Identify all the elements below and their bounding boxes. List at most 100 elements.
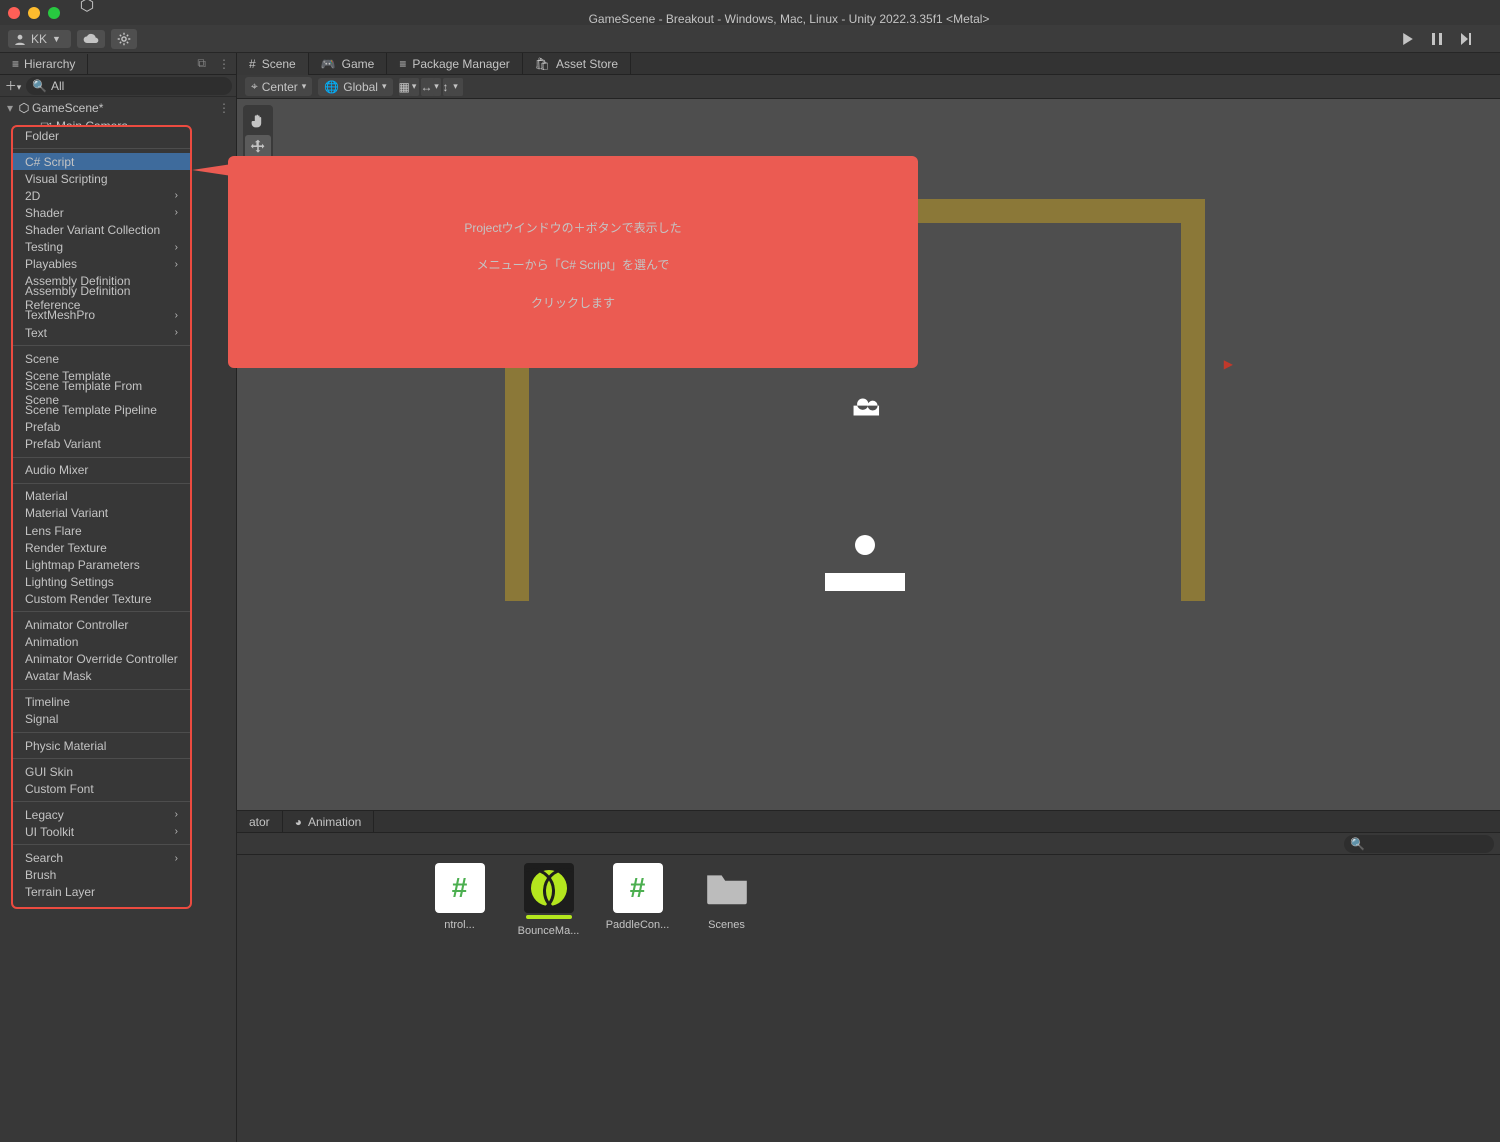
menu-item[interactable]: Search› — [13, 849, 190, 866]
submenu-arrow-icon: › — [175, 327, 178, 338]
play-button[interactable] — [1402, 33, 1414, 45]
menu-item[interactable]: Visual Scripting — [13, 170, 190, 187]
wall-right — [1181, 199, 1205, 601]
menu-item[interactable]: Physic Material — [13, 737, 190, 754]
asset-item[interactable]: #PaddleCon... — [605, 863, 670, 937]
menu-item[interactable]: Animator Override Controller — [13, 651, 190, 668]
menu-item[interactable]: Render Texture — [13, 539, 190, 556]
asset-item[interactable]: Scenes — [694, 863, 759, 937]
callout-pointer — [192, 164, 232, 176]
folder-icon — [702, 863, 752, 913]
tab-scene[interactable]: #Scene — [237, 53, 309, 75]
menu-item[interactable]: Material — [13, 488, 190, 505]
tab-label: Animation — [308, 815, 361, 829]
menu-item[interactable]: Custom Render Texture — [13, 590, 190, 607]
hierarchy-add-button[interactable]: ＋▾ — [4, 77, 22, 94]
window-title-text: GameScene - Breakout - Windows, Mac, Lin… — [589, 12, 990, 26]
panel-popout-icon[interactable]: ⧉ — [191, 56, 212, 71]
menu-item[interactable]: Assembly Definition Reference — [13, 290, 190, 307]
menu-item[interactable]: Legacy› — [13, 806, 190, 823]
tab-animator[interactable]: ator — [237, 811, 283, 833]
menu-item[interactable]: C# Script — [13, 153, 190, 170]
menu-item[interactable]: GUI Skin — [13, 763, 190, 780]
menu-item-label: Visual Scripting — [25, 172, 108, 186]
menu-item[interactable]: Testing› — [13, 239, 190, 256]
snap-increment-button[interactable]: ↔▾ — [421, 78, 441, 96]
menu-item[interactable]: Custom Font — [13, 780, 190, 797]
menu-item[interactable]: Audio Mixer — [13, 462, 190, 479]
menu-item[interactable]: Lightmap Parameters — [13, 556, 190, 573]
menu-item[interactable]: Scene — [13, 350, 190, 367]
menu-separator — [13, 345, 190, 346]
step-button[interactable] — [1460, 33, 1472, 45]
menu-item[interactable]: Lighting Settings — [13, 573, 190, 590]
menu-item-label: TextMeshPro — [25, 308, 95, 322]
menu-item[interactable]: Animation — [13, 634, 190, 651]
cloud-button[interactable] — [77, 30, 105, 48]
cloud-icon — [83, 33, 99, 45]
menu-item-label: Shader Variant Collection — [25, 223, 160, 237]
search-icon: 🔍 — [32, 79, 47, 93]
scene-toolbar: ⌖Center▾ 🌐Global▾ ▦▾ ↔▾ ↕▾ — [237, 75, 1500, 99]
space-label: Global — [343, 80, 378, 94]
scene-tab-strip: #Scene 🎮Game ≡Package Manager 🛍Asset Sto… — [237, 53, 1500, 75]
step-icon — [1460, 33, 1472, 45]
menu-item[interactable]: UI Toolkit› — [13, 823, 190, 840]
hierarchy-tab[interactable]: ≡ Hierarchy — [0, 54, 88, 74]
scene-name: GameScene* — [32, 101, 103, 115]
snap-grid-button[interactable]: ▦▾ — [399, 78, 419, 96]
disclosure-icon[interactable]: ▾ — [4, 101, 16, 115]
asset-item[interactable]: #ntrol... — [427, 863, 492, 937]
pause-button[interactable] — [1432, 33, 1442, 45]
menu-item[interactable]: Brush — [13, 867, 190, 884]
menu-item[interactable]: Lens Flare — [13, 522, 190, 539]
menu-item[interactable]: Shader› — [13, 204, 190, 221]
account-dropdown[interactable]: KK ▼ — [8, 30, 71, 48]
space-dropdown[interactable]: 🌐Global▾ — [318, 78, 392, 96]
settings-button[interactable] — [111, 29, 137, 49]
submenu-arrow-icon: › — [175, 190, 178, 201]
project-search[interactable]: 🔍 — [1344, 835, 1494, 853]
menu-item[interactable]: Animator Controller — [13, 616, 190, 633]
row-menu-icon[interactable]: ⋮ — [218, 101, 236, 115]
menu-item[interactable]: Folder — [13, 127, 190, 144]
menu-item[interactable]: Text› — [13, 324, 190, 341]
tab-animation[interactable]: ◕Animation — [283, 811, 375, 833]
tab-asset-store[interactable]: 🛍Asset Store — [523, 53, 631, 75]
menu-item-label: Custom Render Texture — [25, 592, 152, 606]
scene-row[interactable]: ▾ GameScene* ⋮ — [0, 99, 236, 117]
panel-menu-icon[interactable]: ⋮ — [212, 57, 236, 71]
menu-item[interactable]: Playables› — [13, 256, 190, 273]
hand-tool[interactable] — [245, 109, 271, 133]
pivot-dropdown[interactable]: ⌖Center▾ — [245, 77, 312, 96]
ball-object[interactable] — [855, 535, 875, 555]
menu-item[interactable]: 2D› — [13, 187, 190, 204]
create-context-menu[interactable]: FolderC# ScriptVisual Scripting2D›Shader… — [11, 125, 192, 909]
menu-item[interactable]: Signal — [13, 711, 190, 728]
chevron-down-icon: ▾ — [302, 81, 307, 92]
menu-item[interactable]: Avatar Mask — [13, 668, 190, 685]
menu-item[interactable]: Shader Variant Collection — [13, 221, 190, 238]
menu-item[interactable]: Timeline — [13, 694, 190, 711]
menu-item[interactable]: Prefab — [13, 419, 190, 436]
tab-package-manager[interactable]: ≡Package Manager — [387, 53, 522, 75]
maximize-icon[interactable] — [48, 7, 60, 19]
menu-item[interactable]: Terrain Layer — [13, 884, 190, 901]
tab-game[interactable]: 🎮Game — [309, 53, 388, 75]
menu-item-label: Physic Material — [25, 739, 106, 753]
close-icon[interactable] — [8, 7, 20, 19]
main-toolbar: KK ▼ — [0, 25, 1500, 53]
hierarchy-search-placeholder: All — [51, 79, 64, 93]
snap-button[interactable]: ↕▾ — [443, 78, 463, 96]
x-axis-gizmo-icon[interactable]: ▶ — [1224, 357, 1233, 371]
menu-separator — [13, 801, 190, 802]
menu-item-label: Signal — [25, 712, 58, 726]
paddle-object[interactable] — [825, 573, 905, 591]
tab-label: Game — [342, 57, 375, 71]
asset-item[interactable]: BounceMa... — [516, 863, 581, 937]
menu-separator — [13, 844, 190, 845]
asset-label: Scenes — [694, 919, 759, 931]
hierarchy-search[interactable]: 🔍 All — [26, 77, 232, 95]
minimize-icon[interactable] — [28, 7, 40, 19]
scene-camera-gizmo-icon[interactable] — [850, 395, 884, 419]
